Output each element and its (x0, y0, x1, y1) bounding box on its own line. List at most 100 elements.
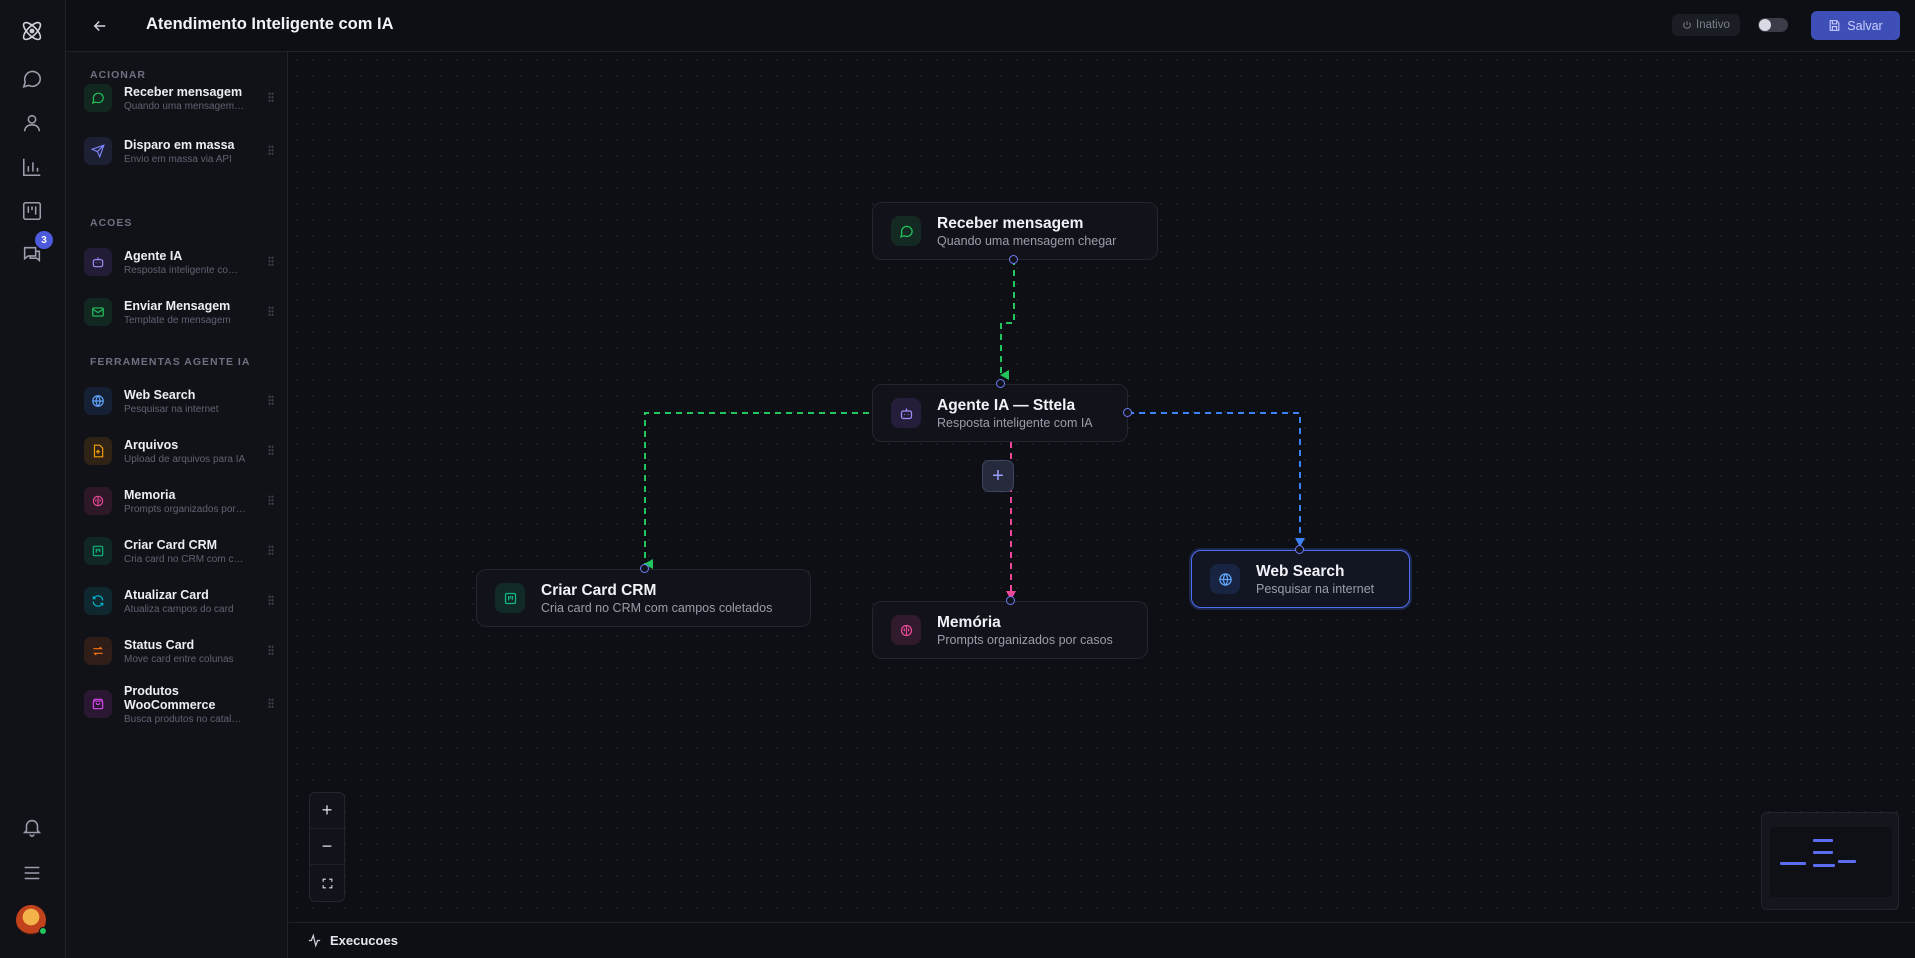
zoom-in-button[interactable]: + (310, 793, 344, 829)
input-handle[interactable] (1295, 545, 1304, 554)
drag-handle-icon[interactable] (268, 256, 274, 266)
palette-item-subtitle: Quando uma mensagem chegar (124, 100, 246, 112)
active-toggle[interactable] (1758, 18, 1788, 32)
drag-handle-icon[interactable] (268, 395, 274, 405)
minimap-node (1813, 839, 1833, 842)
node-palette-sidebar: ACIONAR Receber mensagem Quando uma mensa… (66, 52, 288, 958)
drag-handle-icon[interactable] (268, 145, 274, 155)
palette-item-produtos-woocommerce[interactable]: Produtos WooCommerce Busca produtos no ca… (84, 682, 274, 726)
messages-icon[interactable]: 3 (17, 231, 53, 270)
input-handle[interactable] (996, 379, 1005, 388)
bar-chart-icon[interactable] (17, 152, 47, 182)
minimap-viewport (1770, 827, 1892, 897)
palette-item-memoria[interactable]: MemoriaPrompts organizados por casos (84, 479, 274, 523)
message-circle-icon (891, 216, 921, 246)
user-icon[interactable] (17, 108, 47, 138)
node-memoria[interactable]: Memória Prompts organizados por casos (872, 601, 1148, 659)
mail-icon (84, 298, 112, 326)
section-title-ferramentas: FERRAMENTAS AGENTE IA (90, 356, 251, 368)
palette-item-title: Produtos WooCommerce (124, 683, 216, 712)
menu-icon[interactable] (17, 858, 47, 888)
bot-icon (891, 398, 921, 428)
swap-icon (84, 637, 112, 665)
status-label: Inativo (1696, 19, 1730, 31)
drag-handle-icon[interactable] (268, 495, 274, 505)
palette-item-title: Status Card (124, 637, 195, 652)
message-circle-icon (84, 84, 112, 112)
zoom-out-button[interactable]: − (310, 829, 344, 865)
edge-trigger-agent (1000, 259, 1015, 380)
palette-item-criar-card-crm[interactable]: Criar Card CRMCria card no CRM com campo… (84, 529, 274, 573)
drag-handle-icon[interactable] (268, 306, 274, 316)
back-arrow-icon[interactable] (88, 14, 112, 38)
drag-handle-icon[interactable] (268, 445, 274, 455)
palette-item-status-card[interactable]: Status Card Move card entre colunas (84, 629, 274, 673)
notification-badge: 3 (35, 231, 53, 249)
palette-item-enviar-mensagem[interactable]: Enviar Mensagem Template de mensagem (84, 290, 274, 334)
save-icon (1829, 20, 1840, 31)
palette-item-subtitle: Cria card no CRM com campos (124, 553, 246, 565)
palette-item-subtitle: Resposta inteligente com IA (124, 264, 246, 276)
palette-item-arquivos[interactable]: Arquivos Upload de arquivos para IA (84, 429, 274, 473)
palette-item-agente-ia[interactable]: Agente IA Resposta inteligente com IA (84, 240, 274, 284)
executions-panel-bar[interactable]: Execucoes (289, 922, 1915, 958)
save-button[interactable]: Salvar (1811, 11, 1900, 40)
node-subtitle: Resposta inteligente com IA (937, 415, 1093, 430)
drag-handle-icon[interactable] (268, 595, 274, 605)
drag-handle-icon[interactable] (268, 92, 274, 102)
node-criar-card-crm[interactable]: Criar Card CRM Cria card no CRM com campo… (476, 569, 811, 627)
output-handle[interactable] (1123, 408, 1132, 417)
palette-item-atualizar-card[interactable]: Atualizar Card Atualiza campos do card (84, 579, 274, 623)
plus-icon: + (321, 800, 333, 820)
input-handle[interactable] (1006, 596, 1015, 605)
minimap-node (1813, 864, 1835, 867)
minus-icon: − (321, 836, 333, 856)
zoom-controls: + − (309, 792, 345, 902)
palette-item-web-search[interactable]: Web Search Pesquisar na internet (84, 379, 274, 423)
flow-canvas[interactable]: Receber mensagem Quando uma mensagem cheg… (289, 52, 1915, 922)
palette-item-title: Criar Card CRM (124, 537, 218, 552)
shopping-bag-icon (84, 690, 112, 718)
drag-handle-icon[interactable] (268, 645, 274, 655)
input-handle[interactable] (640, 564, 649, 573)
node-agente-ia[interactable]: Agente IA — Sttela Resposta inteligente c… (872, 384, 1128, 442)
palette-item-subtitle: Atualiza campos do card (124, 603, 234, 615)
minimap-node (1780, 862, 1806, 865)
node-subtitle: Quando uma mensagem chegar (937, 233, 1117, 248)
drag-handle-icon[interactable] (268, 545, 274, 555)
palette-item-title: Memoria (124, 487, 176, 502)
plus-icon: + (992, 464, 1004, 487)
node-receber-mensagem[interactable]: Receber mensagem Quando uma mensagem cheg… (872, 202, 1158, 260)
node-title: Agente IA — Sttela (937, 396, 1076, 414)
minimap[interactable] (1761, 812, 1899, 910)
page-title: Atendimento Inteligente com IA (146, 15, 394, 33)
fit-view-button[interactable] (310, 865, 344, 901)
status-badge: Inativo (1672, 14, 1740, 36)
toggle-knob (1759, 19, 1771, 31)
kanban-icon (495, 583, 525, 613)
brain-icon (84, 487, 112, 515)
node-title: Web Search (1256, 562, 1345, 580)
chat-icon[interactable] (17, 64, 47, 94)
nav-rail: 3 (0, 0, 66, 958)
palette-item-disparo-em-massa[interactable]: Disparo em massa Envio em massa via API (84, 129, 274, 173)
palette-item-title: Web Search (124, 387, 196, 402)
palette-item-title: Atualizar Card (124, 587, 209, 602)
add-node-button[interactable]: + (982, 460, 1014, 492)
activity-icon (307, 933, 322, 948)
section-title-acoes: ACOES (90, 217, 133, 229)
palette-item-subtitle: Move card entre colunas (124, 653, 234, 665)
kanban-board-icon[interactable] (17, 196, 47, 226)
globe-icon (84, 387, 112, 415)
node-title: Memória (937, 613, 1001, 631)
output-handle[interactable] (1009, 255, 1018, 264)
palette-item-title: Receber mensagem (124, 84, 243, 99)
node-title: Receber mensagem (937, 214, 1084, 232)
palette-item-receber-mensagem[interactable]: Receber mensagemQuando uma mensagem cheg… (84, 76, 274, 120)
bell-icon[interactable] (17, 812, 47, 842)
app-logo-icon[interactable] (17, 16, 47, 46)
drag-handle-icon[interactable] (268, 698, 274, 708)
node-web-search[interactable]: Web Search Pesquisar na internet (1191, 550, 1410, 608)
save-label: Salvar (1847, 18, 1883, 33)
avatar[interactable] (16, 905, 47, 935)
